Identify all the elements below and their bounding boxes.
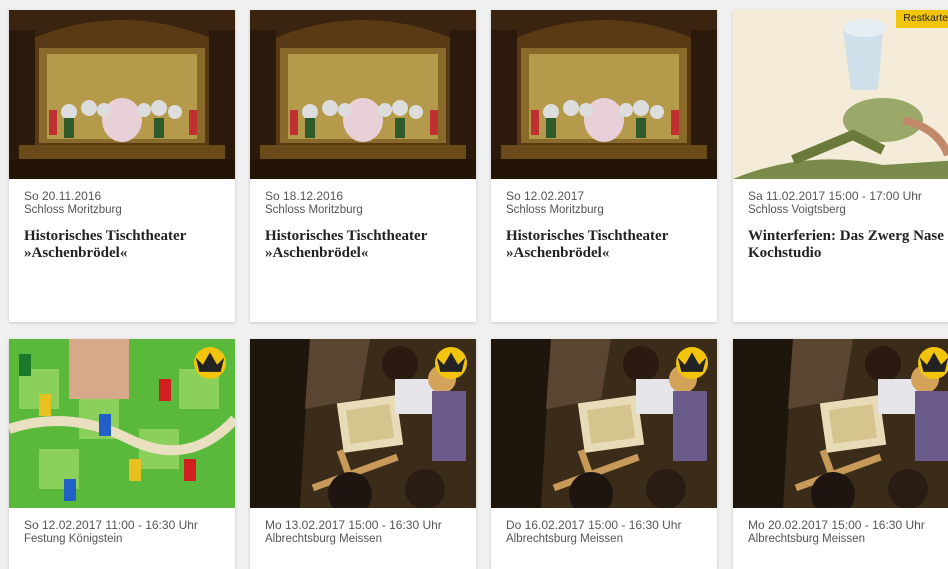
event-image (491, 10, 717, 179)
event-image (250, 339, 476, 508)
event-card[interactable]: So 12.02.2017 Schloss Moritzburg Histori… (491, 10, 717, 322)
event-venue: Albrechtsburg Meissen (748, 533, 865, 545)
event-card[interactable]: Do 16.02.2017 15:00 - 16:30 Uhr Albrecht… (491, 339, 717, 569)
event-card[interactable]: So 12.02.2017 11:00 - 16:30 Uhr Festung … (9, 339, 235, 569)
event-venue: Albrechtsburg Meissen (265, 533, 382, 545)
event-date: Mo 20.02.2017 15:00 - 16:30 Uhr (748, 518, 925, 532)
event-title[interactable]: Winterferien: Das Zwerg Nase Kochstudio (748, 228, 944, 262)
event-card[interactable]: Mo 13.02.2017 15:00 - 16:30 Uhr Albrecht… (250, 339, 476, 569)
crown-icon (435, 347, 467, 379)
event-date: So 20.11.2016 (24, 189, 102, 203)
event-date: Sa 11.02.2017 15:00 - 17:00 Uhr (748, 189, 922, 203)
event-venue: Schloss Moritzburg (506, 204, 604, 216)
event-date: So 12.02.2017 11:00 - 16:30 Uhr (24, 518, 198, 532)
event-image (733, 339, 948, 508)
event-venue: Schloss Moritzburg (265, 204, 363, 216)
event-title[interactable]: Historisches Tischtheater »Aschenbrödel« (506, 228, 702, 262)
event-venue: Albrechtsburg Meissen (506, 533, 623, 545)
crown-icon (194, 347, 226, 379)
event-image (250, 10, 476, 179)
event-title[interactable]: Historisches Tischtheater »Aschenbrödel« (265, 228, 461, 262)
event-image (9, 339, 235, 508)
event-venue: Festung Königstein (24, 533, 123, 545)
event-grid: So 20.11.2016 Schloss Moritzburg Histori… (0, 0, 948, 569)
event-date: So 18.12.2016 (265, 189, 344, 203)
event-date: Mo 13.02.2017 15:00 - 16:30 Uhr (265, 518, 442, 532)
event-venue: Schloss Moritzburg (24, 204, 122, 216)
event-title[interactable]: Historisches Tischtheater »Aschenbrödel« (24, 228, 220, 262)
event-image: Restkarten (733, 10, 948, 179)
event-date: Do 16.02.2017 15:00 - 16:30 Uhr (506, 518, 682, 532)
event-venue: Schloss Voigtsberg (748, 204, 846, 216)
event-card[interactable]: Mo 20.02.2017 15:00 - 16:30 Uhr Albrecht… (733, 339, 948, 569)
event-card[interactable]: So 20.11.2016 Schloss Moritzburg Histori… (9, 10, 235, 322)
crown-icon (918, 347, 948, 379)
event-date: So 12.02.2017 (506, 189, 585, 203)
event-image (9, 10, 235, 179)
restkarten-badge: Restkarten (896, 10, 948, 28)
event-card[interactable]: Restkarten Sa 11.02.2017 15:00 - 17:00 U… (733, 10, 948, 322)
event-card[interactable]: So 18.12.2016 Schloss Moritzburg Histori… (250, 10, 476, 322)
crown-icon (676, 347, 708, 379)
event-image (491, 339, 717, 508)
